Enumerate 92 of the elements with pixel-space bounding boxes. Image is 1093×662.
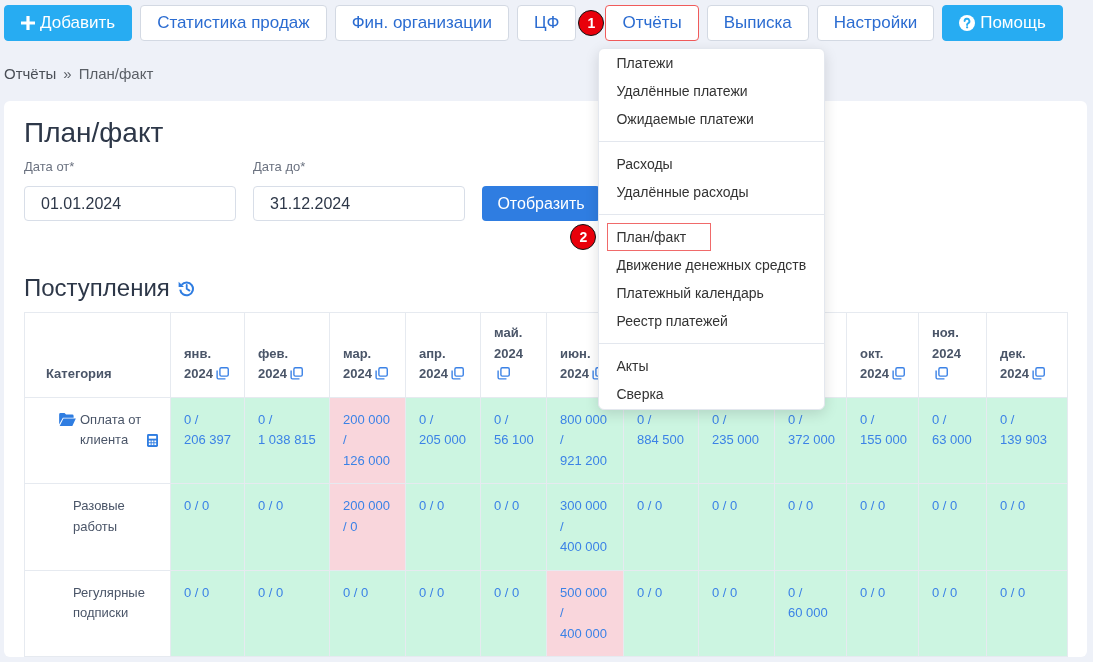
nav-button[interactable]: Статистика продаж — [140, 5, 327, 41]
add-button[interactable]: Добавить — [4, 5, 133, 41]
step-marker: 1 — [578, 10, 605, 36]
plan-fact-link[interactable]: 0 / 0 — [184, 496, 232, 517]
plus-icon — [21, 16, 35, 30]
copy-icon[interactable] — [374, 367, 388, 380]
column-header: фев. 2024 — [258, 345, 289, 381]
plan-fact-link[interactable]: 0 / 0 — [1000, 496, 1055, 517]
copy-icon[interactable] — [215, 367, 229, 380]
plan-fact-link[interactable]: 0 / 0 — [712, 496, 762, 517]
plan-fact-link[interactable]: 0 / 0 — [419, 496, 468, 517]
plan-fact-link[interactable]: 0 / 205 000 — [419, 409, 468, 451]
plan-fact-link[interactable]: 0 / 0 — [419, 582, 468, 603]
category-label: Разовые работы — [73, 497, 126, 536]
breadcrumb-link[interactable]: Отчёты — [4, 64, 57, 84]
menu-item[interactable]: Расходы — [599, 150, 825, 178]
plan-fact-link[interactable]: 0 / 63 000 — [932, 409, 974, 451]
plan-fact-link[interactable]: 300 000 / 400 000 — [560, 496, 611, 558]
plan-fact-link[interactable]: 0 / 372 000 — [788, 409, 834, 451]
copy-icon[interactable] — [935, 367, 948, 380]
nav-button[interactable]: Фин. организации — [334, 5, 509, 41]
menu-item[interactable]: Движение денежных средств — [599, 251, 825, 279]
column-header: янв. 2024 — [184, 345, 213, 381]
calculator-icon[interactable] — [147, 433, 158, 447]
plan-fact-link[interactable]: 0 / 60 000 — [788, 582, 834, 624]
copy-icon[interactable] — [891, 367, 905, 380]
date-input[interactable]: 01.01.2024 — [24, 186, 236, 221]
section-title: Поступления — [24, 273, 170, 303]
menu-item[interactable]: Платежи — [599, 49, 825, 77]
menu-item[interactable]: Удалённые расходы — [599, 178, 825, 206]
plan-fact-link[interactable]: 0 / 0 — [637, 496, 686, 517]
plan-fact-link[interactable]: 0 / 0 — [258, 582, 317, 603]
plan-fact-link[interactable]: 0 / 0 — [932, 496, 974, 517]
plan-fact-link[interactable]: 0 / 206 397 — [184, 409, 232, 451]
plan-fact-link[interactable]: 0 / 0 — [637, 582, 686, 603]
menu-item[interactable]: Ожидаемые платежи — [599, 105, 825, 133]
menu-item[interactable]: Удалённые платежи — [599, 77, 825, 105]
breadcrumb-current: План/факт — [78, 64, 154, 84]
menu-item[interactable]: Платежный календарь — [599, 279, 825, 307]
help-icon — [959, 15, 976, 31]
plan-fact-link[interactable]: 0 / 235 000 — [712, 409, 762, 451]
breadcrumb-separator: » — [63, 64, 72, 84]
plan-fact-link[interactable]: 0 / 0 — [494, 496, 534, 517]
menu-item[interactable]: Сверка — [599, 380, 825, 408]
menu-item[interactable]: Акты — [599, 352, 825, 380]
column-header: июн. 2024 — [560, 345, 591, 381]
nav-button[interactable]: ЦФ — [516, 5, 577, 41]
plan-fact-link[interactable]: 0 / 0 — [1000, 582, 1055, 603]
history-icon[interactable] — [177, 279, 195, 297]
plan-fact-link[interactable]: 0 / 139 903 — [1000, 409, 1055, 451]
field-label: Дата до* — [253, 159, 306, 175]
column-header: окт. 2024 — [860, 345, 889, 381]
page-title: План/факт — [24, 117, 164, 149]
copy-icon[interactable] — [1031, 367, 1045, 380]
column-header: Категория — [46, 366, 112, 381]
menu-item[interactable]: План/факт — [607, 223, 712, 251]
plan-fact-link[interactable]: 0 / 0 — [712, 582, 762, 603]
category-label: Регулярные подписки — [73, 583, 146, 622]
plan-fact-link[interactable]: 200 000 / 0 — [343, 496, 393, 537]
plan-fact-link[interactable]: 500 000 / 400 000 — [560, 582, 611, 644]
copy-icon[interactable] — [497, 367, 510, 380]
plan-fact-link[interactable]: 0 / 0 — [932, 582, 974, 603]
plan-fact-link[interactable]: 0 / 0 — [788, 496, 834, 517]
copy-icon[interactable] — [289, 367, 303, 380]
plan-fact-link[interactable]: 0 / 0 — [343, 582, 393, 603]
help-button[interactable]: Помощь — [942, 5, 1063, 41]
copy-icon[interactable] — [450, 367, 464, 380]
plan-fact-link[interactable]: 0 / 155 000 — [860, 409, 906, 451]
plan-fact-link[interactable]: 200 000 / 126 000 — [343, 409, 393, 471]
plan-fact-link[interactable]: 0 / 56 100 — [494, 409, 534, 451]
category-label: Оплата от клиента — [80, 410, 143, 449]
plan-fact-link[interactable]: 0 / 0 — [494, 582, 534, 603]
nav-button[interactable]: Выписка — [706, 5, 809, 41]
column-header: май. 2024 — [494, 325, 523, 361]
field-label: Дата от* — [24, 159, 75, 175]
nav-button[interactable]: Настройки — [816, 5, 935, 41]
plan-fact-link[interactable]: 0 / 884 500 — [637, 409, 686, 451]
column-header: ноя. 2024 — [932, 325, 961, 361]
plan-fact-link[interactable]: 800 000 / 921 200 — [560, 409, 611, 471]
plan-fact-link[interactable]: 0 / 0 — [860, 582, 906, 603]
column-header: апр. 2024 — [419, 345, 448, 381]
plan-fact-link[interactable]: 0 / 0 — [860, 496, 906, 517]
column-header: дек. 2024 — [1000, 345, 1029, 381]
menu-item[interactable]: Реестр платежей — [599, 307, 825, 335]
column-header: мар. 2024 — [343, 345, 372, 381]
plan-fact-link[interactable]: 0 / 0 — [184, 582, 232, 603]
date-input[interactable]: 31.12.2024 — [253, 186, 465, 221]
show-button[interactable]: Отобразить — [482, 186, 600, 221]
plan-fact-link[interactable]: 0 / 1 038 815 — [258, 409, 317, 451]
nav-button[interactable]: Отчёты — [605, 5, 699, 41]
plan-fact-link[interactable]: 0 / 0 — [258, 496, 317, 517]
folder-open-icon[interactable] — [59, 412, 76, 426]
